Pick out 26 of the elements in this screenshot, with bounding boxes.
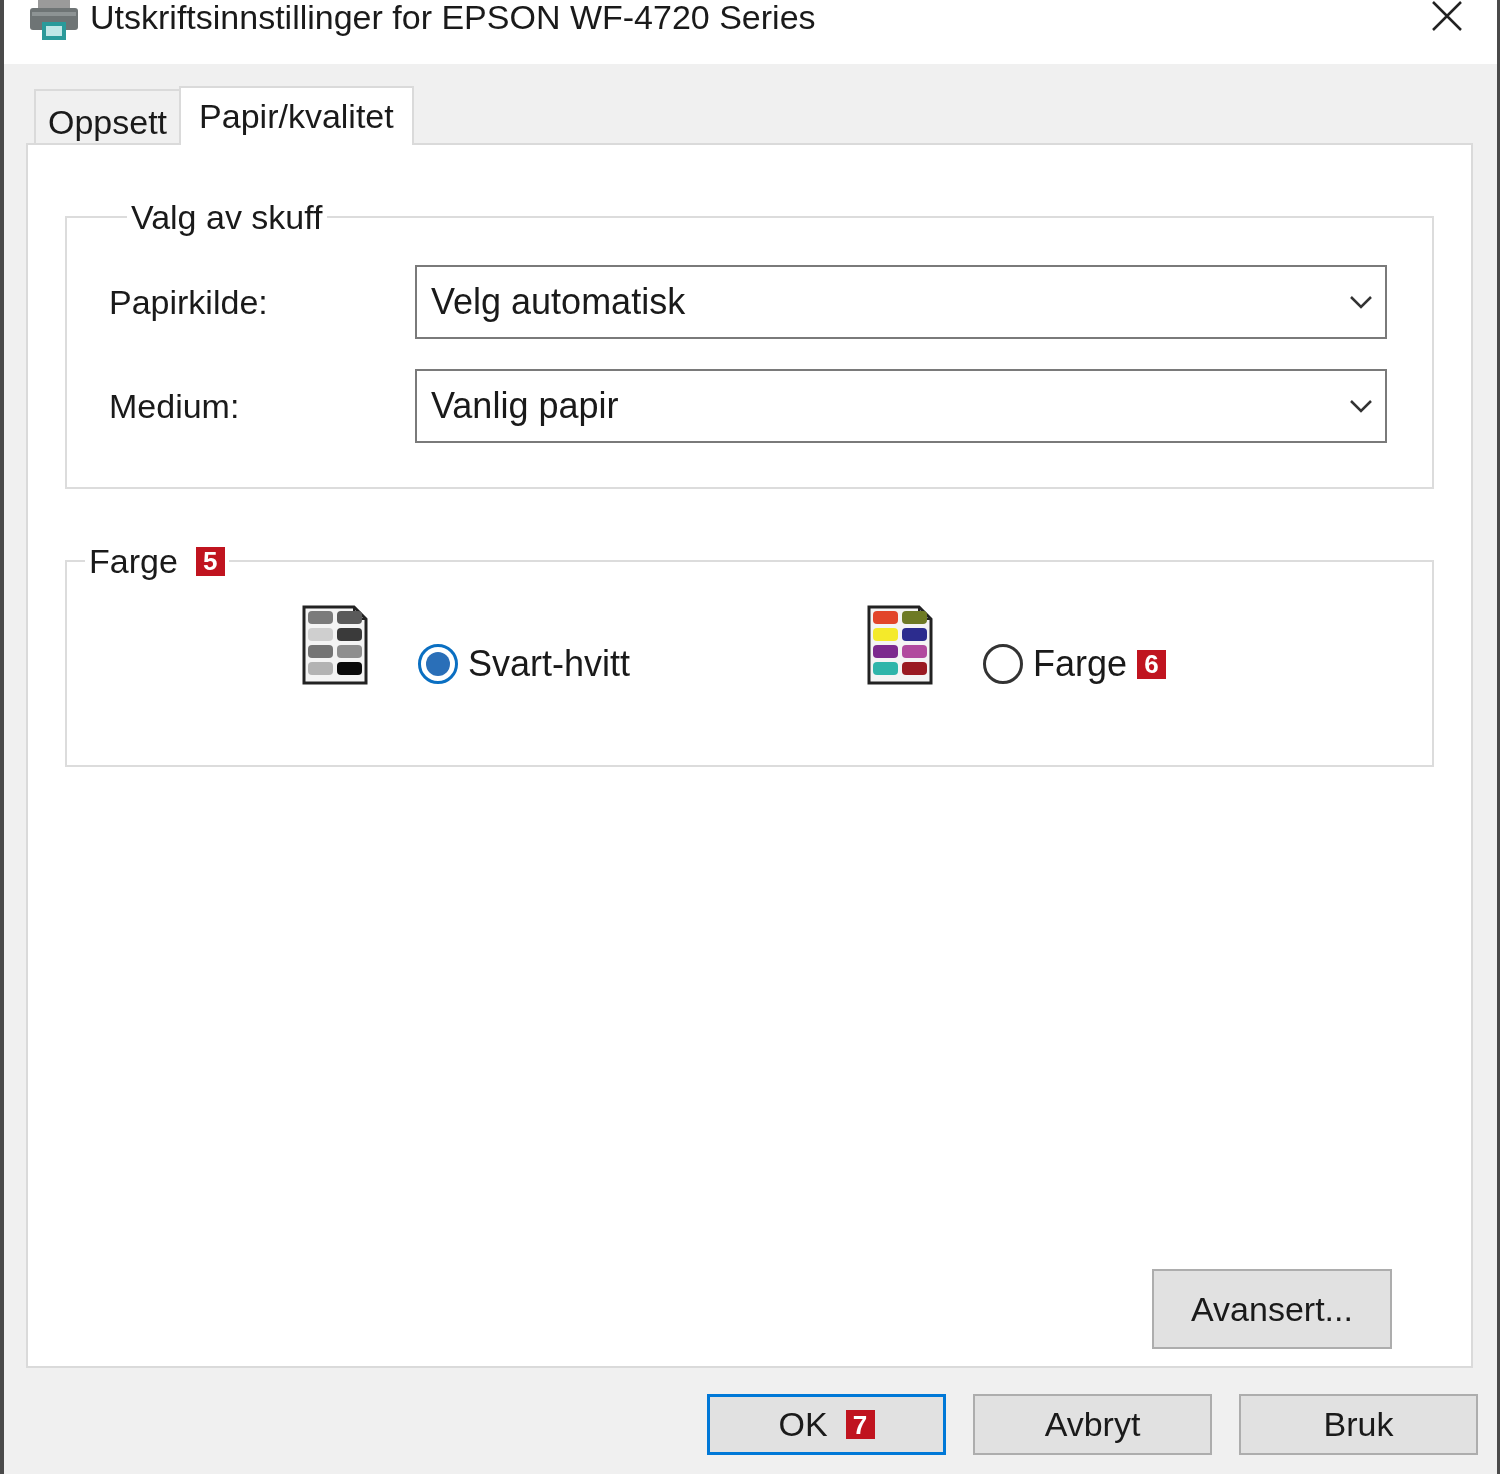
document-icon: [302, 605, 368, 685]
number-badge: 6: [1137, 649, 1167, 679]
chevron-down-icon: [1349, 295, 1373, 309]
field-label: Medium:: [109, 385, 241, 427]
group-title: Valg av skuff: [130, 197, 324, 237]
number-badge: 5: [195, 546, 225, 576]
close-icon: [1431, 0, 1463, 32]
tab[interactable]: Papir/kvalitet: [179, 86, 414, 145]
radio-label: Svart-hvitt: [468, 642, 631, 686]
dialog-button[interactable]: Bruk: [1239, 1394, 1478, 1455]
dropdown[interactable]: Velg automatisk: [415, 265, 1387, 339]
number-badge: 7: [845, 1410, 875, 1439]
group-title: Farge: [89, 541, 178, 581]
printer-icon: [28, 0, 80, 42]
document-icon: [867, 605, 933, 685]
field-label: Papirkilde:: [109, 281, 269, 323]
dialog-button[interactable]: Avbryt: [973, 1394, 1212, 1455]
radio-label: Farge: [1033, 642, 1128, 686]
radio-button[interactable]: [983, 644, 1023, 684]
dropdown[interactable]: Vanlig papir: [415, 369, 1387, 443]
radio-button[interactable]: [418, 644, 458, 684]
tab[interactable]: Oppsett: [34, 89, 180, 143]
window-title: Utskriftsinnstillinger for EPSON WF-4720 Series: [90, 0, 816, 36]
advanced-button[interactable]: Avansert...: [1152, 1269, 1392, 1349]
chevron-down-icon: [1349, 399, 1373, 413]
dialog-button[interactable]: OK 7: [707, 1394, 946, 1455]
